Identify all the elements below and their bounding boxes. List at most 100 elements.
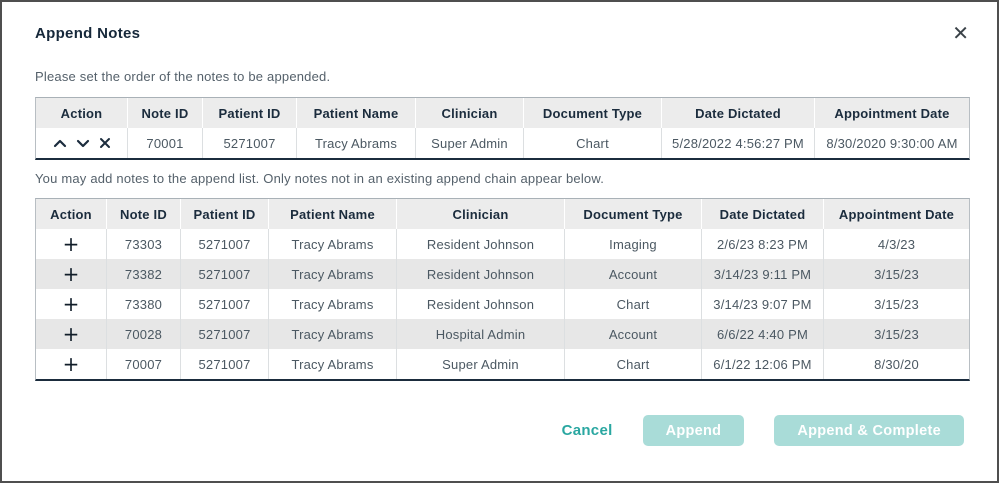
cell-patient-name: Tracy Abrams [268,259,396,289]
move-up-button[interactable] [52,138,68,149]
plus-icon: + [63,322,80,346]
add-note-button[interactable]: + [63,294,80,314]
table-row: +700075271007Tracy AbramsSuper AdminChar… [36,349,969,379]
cell-date-dictated: 3/14/23 9:07 PM [701,289,823,319]
cell-document-type: Chart [564,349,701,379]
cell-patient-name: Tracy Abrams [296,128,415,158]
available-notes-table: ActionNote IDPatient IDPatient NameClini… [35,198,964,381]
append-notes-modal: { "modal": { "title": "Append Notes" }, … [0,0,999,483]
column-header-document-type: Document Type [523,98,661,128]
cell-note-id: 70007 [106,349,180,379]
cell-patient-name: Tracy Abrams [268,289,396,319]
column-header-action: Action [36,199,106,229]
table-row: 700015271007Tracy AbramsSuper AdminChart… [36,128,969,158]
column-header-note-id: Note ID [106,199,180,229]
remove-note-button[interactable] [98,136,112,150]
column-header-patient-name: Patient Name [296,98,415,128]
cell-note-id: 73382 [106,259,180,289]
cell-document-type: Account [564,319,701,349]
cell-action: + [36,319,106,349]
cell-action: + [36,229,106,259]
table-row: +733825271007Tracy AbramsResident Johnso… [36,259,969,289]
column-header-clinician: Clinician [415,98,523,128]
cell-appointment-date: 8/30/20 [823,349,969,379]
column-header-date-dictated: Date Dictated [661,98,814,128]
plus-icon: + [63,262,80,286]
cell-date-dictated: 3/14/23 9:11 PM [701,259,823,289]
cell-action: + [36,289,106,319]
cell-patient-id: 5271007 [180,349,268,379]
column-header-patient-id: Patient ID [180,199,268,229]
cell-appointment-date: 8/30/2020 9:30:00 AM [814,128,969,158]
cell-document-type: Account [564,259,701,289]
close-icon[interactable]: ✕ [950,22,971,46]
cancel-button[interactable]: Cancel [562,422,613,439]
column-header-clinician: Clinician [396,199,564,229]
table-row: +733035271007Tracy AbramsResident Johnso… [36,229,969,259]
plus-icon: + [63,352,80,376]
chevron-down-icon [76,139,90,148]
cell-note-id: 73303 [106,229,180,259]
order-instruction-text: Please set the order of the notes to be … [35,69,964,84]
cell-appointment-date: 3/15/23 [823,319,969,349]
column-header-action: Action [36,98,127,128]
cell-appointment-date: 3/15/23 [823,289,969,319]
cell-clinician: Super Admin [415,128,523,158]
cell-patient-id: 5271007 [202,128,296,158]
notes-table: ActionNote IDPatient IDPatient NameClini… [35,97,970,160]
cell-clinician: Hospital Admin [396,319,564,349]
table-row: +700285271007Tracy AbramsHospital AdminA… [36,319,969,349]
table-row: +733805271007Tracy AbramsResident Johnso… [36,289,969,319]
header-row: ActionNote IDPatient IDPatient NameClini… [36,98,969,128]
cell-document-type: Chart [564,289,701,319]
cell-action: + [36,259,106,289]
cell-patient-id: 5271007 [180,319,268,349]
cell-appointment-date: 3/15/23 [823,259,969,289]
add-note-button[interactable]: + [63,324,80,344]
cell-note-id: 70028 [106,319,180,349]
cell-note-id: 73380 [106,289,180,319]
cell-patient-name: Tracy Abrams [268,229,396,259]
cell-patient-id: 5271007 [180,289,268,319]
column-header-appointment-date: Appointment Date [823,199,969,229]
cell-patient-name: Tracy Abrams [268,349,396,379]
plus-icon: + [63,232,80,256]
cell-action [36,128,127,158]
cell-date-dictated: 2/6/23 8:23 PM [701,229,823,259]
cell-note-id: 70001 [127,128,202,158]
chevron-up-icon [53,139,67,148]
append-order-table: ActionNote IDPatient IDPatient NameClini… [35,97,964,160]
add-note-button[interactable]: + [63,354,80,374]
cell-document-type: Imaging [564,229,701,259]
cell-appointment-date: 4/3/23 [823,229,969,259]
cell-document-type: Chart [523,128,661,158]
cell-clinician: Resident Johnson [396,259,564,289]
plus-icon: + [63,292,80,316]
add-note-button[interactable]: + [63,264,80,284]
modal-title: Append Notes [35,25,140,42]
append-button[interactable]: Append [643,415,745,446]
add-instruction-text: You may add notes to the append list. On… [35,171,964,186]
column-header-appointment-date: Appointment Date [814,98,969,128]
cell-clinician: Super Admin [396,349,564,379]
cell-action: + [36,349,106,379]
cell-date-dictated: 5/28/2022 4:56:27 PM [661,128,814,158]
modal-footer: Cancel Append Append & Complete [35,415,964,446]
cell-date-dictated: 6/1/22 12:06 PM [701,349,823,379]
column-header-note-id: Note ID [127,98,202,128]
cell-patient-name: Tracy Abrams [268,319,396,349]
append-complete-button[interactable]: Append & Complete [774,415,964,446]
column-header-patient-id: Patient ID [202,98,296,128]
cell-clinician: Resident Johnson [396,229,564,259]
add-note-button[interactable]: + [63,234,80,254]
move-down-button[interactable] [75,138,91,149]
cell-date-dictated: 6/6/22 4:40 PM [701,319,823,349]
header-row: ActionNote IDPatient IDPatient NameClini… [36,199,969,229]
column-header-document-type: Document Type [564,199,701,229]
column-header-date-dictated: Date Dictated [701,199,823,229]
remove-icon [99,137,111,149]
cell-patient-id: 5271007 [180,229,268,259]
modal-header: Append Notes [35,25,964,42]
column-header-patient-name: Patient Name [268,199,396,229]
notes-table: ActionNote IDPatient IDPatient NameClini… [35,198,970,381]
